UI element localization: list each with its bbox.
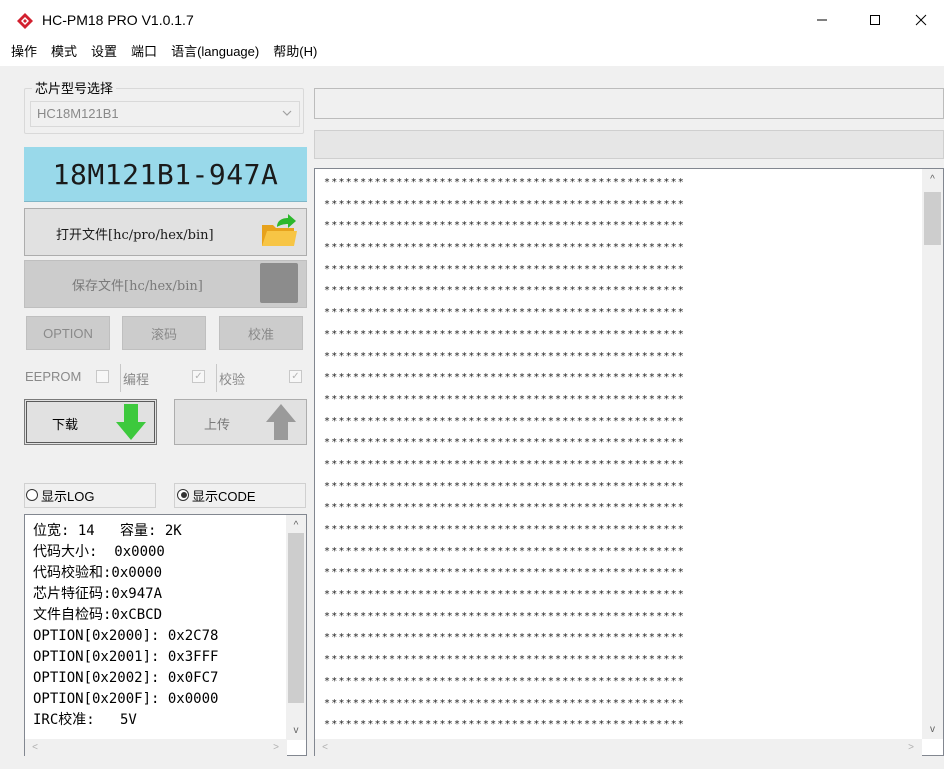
- info-line: OPTION[0x2002]: 0x0FC7: [33, 670, 219, 686]
- code-scroll-thumb[interactable]: [924, 192, 941, 245]
- verify-checkbox-label: 校验: [219, 372, 246, 387]
- code-line: ****************************************…: [324, 242, 686, 254]
- code-line: ****************************************…: [324, 307, 686, 319]
- menu-settings[interactable]: 设置: [84, 40, 124, 66]
- code-vertical-scrollbar[interactable]: [922, 169, 943, 739]
- save-disk-icon: [260, 263, 298, 303]
- info-line: 文件自检码:0xCBCD: [33, 607, 163, 623]
- divider: [216, 364, 217, 392]
- scroll-left-icon[interactable]: <: [27, 739, 43, 756]
- maximize-icon: [870, 15, 880, 25]
- code-line: ****************************************…: [324, 177, 686, 188]
- code-line: ****************************************…: [324, 654, 686, 666]
- download-label: 下载: [52, 417, 79, 432]
- show-log-radio[interactable]: [26, 489, 38, 501]
- code-line: ****************************************…: [324, 350, 686, 362]
- info-line: 代码校验和:0x0000: [33, 565, 163, 581]
- code-line: ****************************************…: [324, 285, 686, 297]
- menu-operation[interactable]: 操作: [4, 40, 44, 66]
- scroll-down-icon[interactable]: v: [924, 721, 941, 738]
- program-checkbox-label: 编程: [123, 372, 150, 387]
- code-line: ****************************************…: [324, 524, 686, 535]
- code-line: ****************************************…: [324, 328, 686, 340]
- code-line: ****************************************…: [324, 393, 686, 405]
- minimize-icon: [817, 19, 827, 21]
- show-log-label: 显示LOG: [41, 489, 95, 504]
- calibrate-button[interactable]: 校准: [219, 316, 303, 350]
- divider: [120, 364, 121, 392]
- chip-info-text: 位宽: 14 容量: 2K 代码大小: 0x0000 代码校验和:0x0000 …: [33, 521, 283, 731]
- status-bar-top: [314, 88, 944, 119]
- close-icon: [915, 14, 927, 26]
- info-line: OPTION[0x2001]: 0x3FFF: [33, 649, 219, 665]
- show-code-label: 显示CODE: [192, 489, 256, 504]
- code-line: ****************************************…: [324, 480, 686, 492]
- code-line: ****************************************…: [324, 610, 686, 622]
- progress-bar: [314, 130, 944, 159]
- close-button[interactable]: [898, 0, 944, 40]
- info-horizontal-scrollbar[interactable]: [25, 739, 287, 756]
- menu-bar: 操作 模式 设置 端口 语言(language) 帮助(H): [0, 40, 944, 66]
- menu-help[interactable]: 帮助(H): [266, 40, 324, 66]
- eeprom-checkbox[interactable]: [96, 370, 109, 383]
- info-line: OPTION[0x200F]: 0x0000: [33, 691, 219, 707]
- code-line: ****************************************…: [324, 198, 686, 210]
- rolling-code-button[interactable]: 滚码: [122, 316, 206, 350]
- code-line: ****************************************…: [324, 220, 686, 232]
- code-line: ****************************************…: [324, 719, 686, 731]
- save-file-label: 保存文件[hc/hex/bin]: [72, 279, 203, 294]
- code-line: ****************************************…: [324, 437, 686, 449]
- code-line: ****************************************…: [324, 675, 686, 687]
- chevron-down-icon: [282, 110, 292, 116]
- eeprom-checkbox-label: EEPROM: [25, 369, 82, 384]
- info-line: 芯片特征码:0x947A: [33, 586, 163, 602]
- code-line: ****************************************…: [324, 589, 686, 601]
- code-line: ****************************************…: [324, 567, 686, 579]
- info-line: 位宽: 14 容量: 2K: [33, 523, 182, 539]
- chip-model-dropdown[interactable]: HC18M121B1: [30, 101, 300, 127]
- code-line: ****************************************…: [324, 458, 686, 470]
- code-horizontal-scrollbar[interactable]: [315, 739, 922, 756]
- app-logo-icon: [17, 13, 33, 29]
- info-line: 代码大小: 0x0000: [33, 544, 165, 560]
- menu-port[interactable]: 端口: [124, 40, 164, 66]
- code-text: ****************************************…: [324, 172, 685, 736]
- scroll-left-icon[interactable]: <: [317, 739, 333, 756]
- info-scroll-thumb[interactable]: [288, 533, 304, 703]
- code-line: ****************************************…: [324, 372, 686, 384]
- code-line: ****************************************…: [324, 502, 686, 514]
- code-line: ****************************************…: [324, 545, 686, 557]
- option-button[interactable]: OPTION: [26, 316, 110, 350]
- minimize-button[interactable]: [799, 0, 845, 40]
- code-line: ****************************************…: [324, 263, 686, 275]
- open-folder-icon: [262, 214, 297, 246]
- info-line: OPTION[0x2000]: 0x2C78: [33, 628, 219, 644]
- scroll-right-icon[interactable]: >: [903, 739, 919, 756]
- arrow-up-icon: [266, 404, 296, 440]
- scroll-up-icon[interactable]: ^: [288, 517, 304, 534]
- maximize-button[interactable]: [852, 0, 898, 40]
- menu-language[interactable]: 语言(language): [164, 40, 266, 66]
- window-title: HC-PM18 PRO V1.0.1.7: [42, 12, 194, 28]
- scroll-up-icon[interactable]: ^: [924, 171, 941, 188]
- chip-select-group-label: 芯片型号选择: [32, 78, 117, 97]
- scroll-right-icon[interactable]: >: [268, 739, 284, 756]
- open-file-label: 打开文件[hc/pro/hex/bin]: [56, 228, 214, 243]
- info-line: IRC校准: 5V: [33, 712, 137, 728]
- chip-id-display: 18M121B1-947A: [24, 147, 307, 202]
- upload-label: 上传: [204, 417, 231, 432]
- arrow-down-icon: [116, 404, 146, 440]
- radio-selected-dot: [181, 492, 187, 498]
- program-checkbox[interactable]: ✓: [192, 370, 205, 383]
- code-line: ****************************************…: [324, 415, 686, 427]
- code-line: ****************************************…: [324, 697, 686, 709]
- scroll-down-icon[interactable]: v: [288, 722, 304, 739]
- verify-checkbox[interactable]: ✓: [289, 370, 302, 383]
- code-line: ****************************************…: [324, 632, 686, 644]
- menu-mode[interactable]: 模式: [44, 40, 84, 66]
